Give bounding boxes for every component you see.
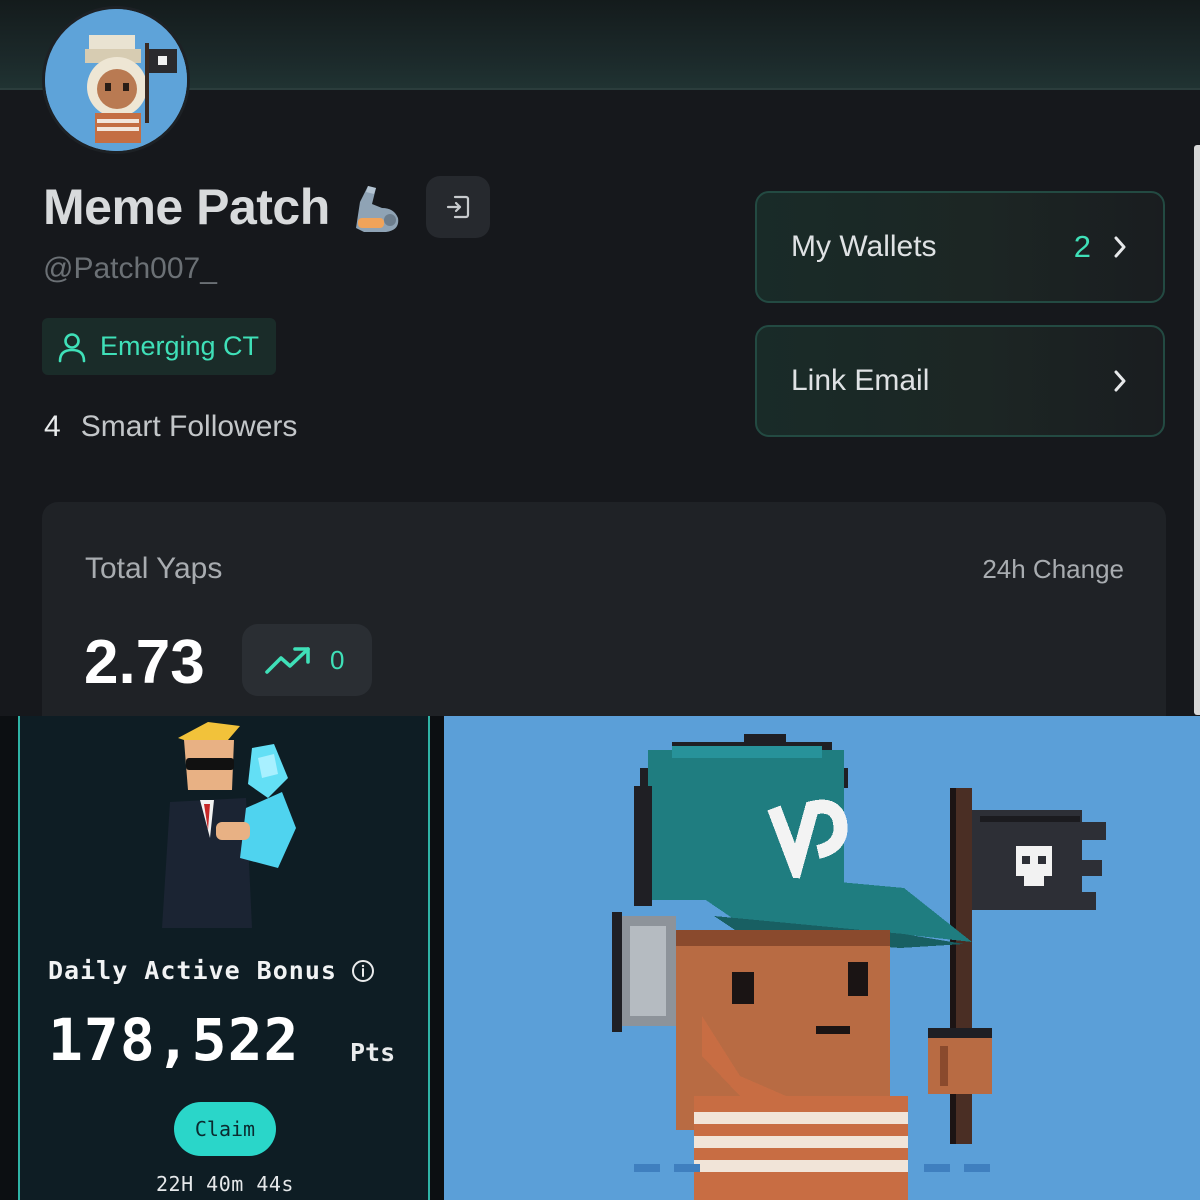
daily-bonus-card: Daily Active Bonus 178,522 Pts Claim 22H… — [18, 716, 430, 1200]
wallet-count: 2 — [1073, 229, 1091, 264]
pixel-art-character — [444, 716, 1200, 1200]
user-icon — [58, 332, 86, 362]
avatar[interactable] — [42, 6, 190, 154]
link-email-label: Link Email — [791, 364, 930, 397]
change-24h-pill: 0 — [242, 624, 372, 696]
change-24h-value: 0 — [330, 644, 345, 675]
collage-gutter — [0, 716, 18, 1200]
tier-badge: Emerging CT — [42, 318, 276, 375]
smart-followers-label: Smart Followers — [80, 410, 298, 443]
change-24h-label: 24h Change — [982, 554, 1124, 584]
logout-button[interactable] — [425, 176, 490, 238]
bonus-points-unit: Pts — [350, 1038, 396, 1067]
bonus-points-value: 178,522 — [48, 1006, 300, 1074]
skull-flag-icon — [972, 810, 1106, 910]
collage-gutter — [430, 716, 444, 1200]
trend-up-icon — [265, 647, 310, 674]
scrollbar[interactable] — [1194, 145, 1200, 715]
chevron-right-icon — [1114, 370, 1126, 392]
display-name: Meme Patch — [43, 179, 330, 235]
total-yaps-card: Total Yaps 24h Change 2.73 0 — [42, 502, 1166, 716]
chevron-right-icon — [1114, 236, 1126, 258]
claim-countdown: 22H 40m 44s — [156, 1172, 294, 1196]
flexing-mascot-icon — [162, 722, 296, 928]
my-wallets-label: My Wallets — [791, 230, 937, 263]
bonus-title-row: Daily Active Bonus — [48, 956, 375, 985]
info-icon[interactable] — [351, 959, 375, 983]
total-yaps-title: Total Yaps — [85, 552, 223, 585]
my-wallets-button[interactable]: My Wallets 2 — [755, 191, 1165, 303]
claim-button[interactable]: Claim — [174, 1102, 276, 1156]
mechanical-arm-icon — [346, 178, 404, 236]
link-email-button[interactable]: Link Email — [755, 325, 1165, 437]
logout-icon — [446, 195, 469, 219]
smart-followers-count: 4 — [44, 410, 61, 443]
smart-followers: 4 Smart Followers — [44, 410, 297, 444]
bonus-title: Daily Active Bonus — [48, 956, 337, 985]
profile-name-row: Meme Patch — [43, 176, 490, 238]
total-yaps-value: 2.73 — [84, 628, 205, 697]
tier-badge-label: Emerging CT — [100, 331, 260, 361]
profile-handle: @Patch007_ — [43, 252, 217, 285]
profile-panel: Meme Patch @Patch007_ Emerging CT 4 Smar… — [0, 0, 1200, 716]
